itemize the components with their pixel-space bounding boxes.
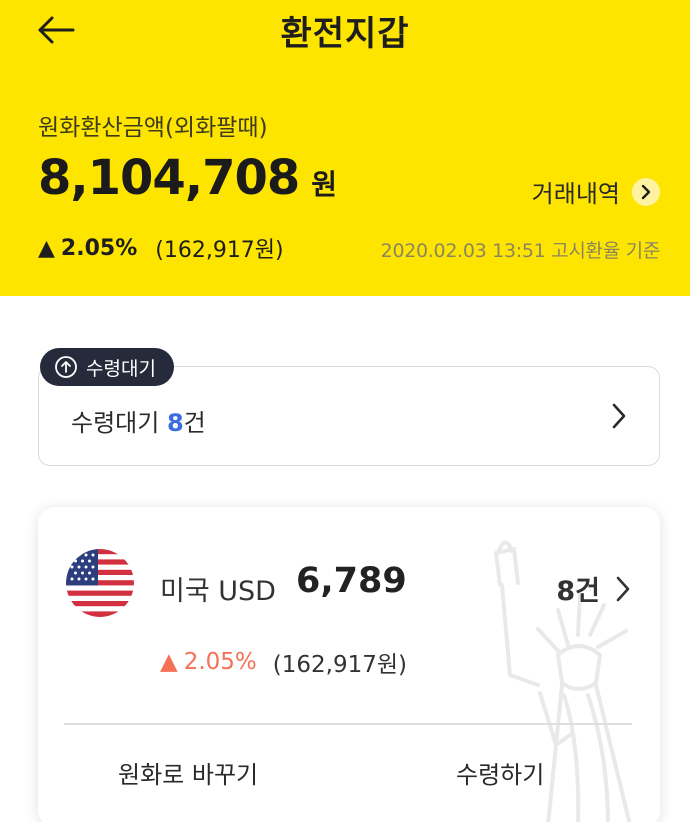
up-triangle-icon: ▲ bbox=[38, 235, 55, 261]
us-flag-icon bbox=[66, 549, 134, 617]
transaction-history-link[interactable]: 거래내역 bbox=[532, 174, 660, 209]
currency-change-percent: 2.05% bbox=[183, 649, 257, 675]
currency-card-usd[interactable]: 미국 USD 6,789 8건 ▲ 2.05% (162,917원) 원화로 바… bbox=[38, 507, 660, 822]
pending-receipt-count: 8 bbox=[166, 409, 184, 437]
wallet-header: 환전지갑 원화환산금액(외화팔때) 8,104,708 원 거래내역 ▲ 2.0… bbox=[0, 0, 690, 296]
krw-amount-unit: 원 bbox=[311, 168, 338, 201]
upload-circle-icon bbox=[55, 356, 77, 378]
convert-to-krw-button[interactable]: 원화로 바꾸기 bbox=[118, 755, 258, 790]
currency-count: 8건 bbox=[556, 576, 600, 607]
chevron-right-icon bbox=[609, 401, 629, 435]
krw-change-amount: (162,917원) bbox=[155, 238, 284, 263]
currency-count-link[interactable]: 8건 bbox=[556, 569, 632, 608]
krw-amount-caption: 원화환산금액(외화팔때) bbox=[38, 115, 268, 141]
currency-change-amount: (162,917원) bbox=[272, 652, 407, 678]
currency-amount: 6,789 bbox=[296, 561, 407, 601]
krw-change: ▲ 2.05% (162,917원) bbox=[38, 232, 284, 264]
krw-amount-value: 8,104,708 bbox=[38, 150, 300, 206]
receive-button[interactable]: 수령하기 bbox=[456, 755, 544, 790]
pending-receipt-label: 수령대기 bbox=[71, 409, 160, 437]
chevron-right-icon bbox=[616, 576, 630, 601]
up-triangle-icon: ▲ bbox=[160, 649, 178, 675]
chevron-right-icon bbox=[632, 177, 660, 206]
krw-change-percent: 2.05% bbox=[60, 235, 138, 261]
page-title: 환전지갑 bbox=[280, 14, 410, 54]
transaction-history-label: 거래내역 bbox=[531, 180, 620, 208]
rate-basis-timestamp: 2020.02.03 13:51 고시환율 기준 bbox=[380, 240, 661, 262]
pending-receipt-badge-label: 수령대기 bbox=[86, 357, 156, 380]
pending-receipt-badge: 수령대기 bbox=[40, 348, 174, 386]
pending-receipt-text: 수령대기 8건 bbox=[71, 403, 206, 438]
krw-amount: 8,104,708 원 bbox=[38, 150, 337, 206]
currency-change: ▲ 2.05% (162,917원) bbox=[160, 645, 407, 679]
pending-receipt-count-suffix: 건 bbox=[183, 409, 206, 437]
currency-name: 미국 USD bbox=[160, 576, 276, 607]
divider bbox=[64, 723, 632, 725]
